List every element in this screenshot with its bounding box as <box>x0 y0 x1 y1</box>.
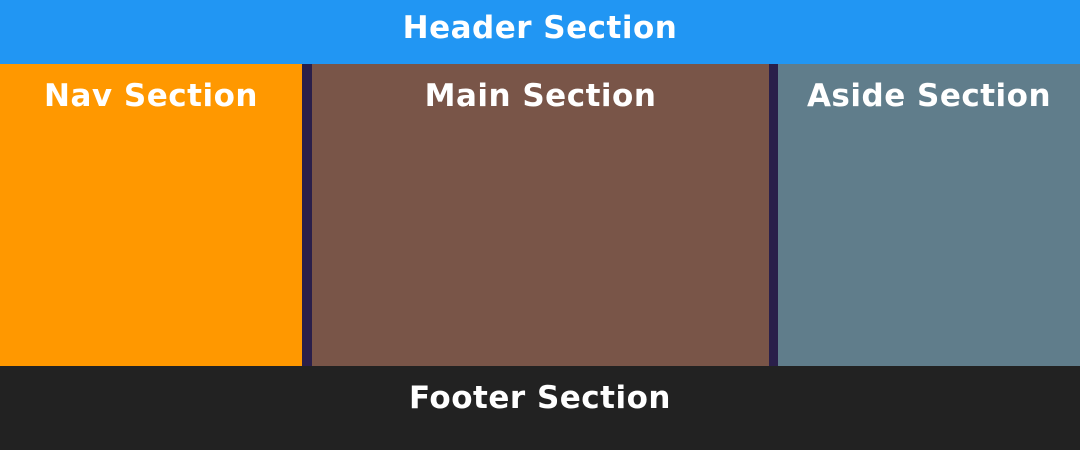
aside-section: Aside Section <box>778 64 1080 366</box>
main-section: Main Section <box>312 64 769 366</box>
header-label: Header Section <box>402 10 678 46</box>
main-label: Main Section <box>424 78 657 114</box>
nav-section: Nav Section <box>0 64 302 366</box>
nav-label: Nav Section <box>44 78 258 114</box>
footer-section: Footer Section <box>0 366 1080 450</box>
aside-label: Aside Section <box>806 78 1052 114</box>
header-section: Header Section <box>0 0 1080 64</box>
footer-label: Footer Section <box>409 380 671 416</box>
page-layout: Header Section Nav Section Main Section … <box>0 0 1080 450</box>
